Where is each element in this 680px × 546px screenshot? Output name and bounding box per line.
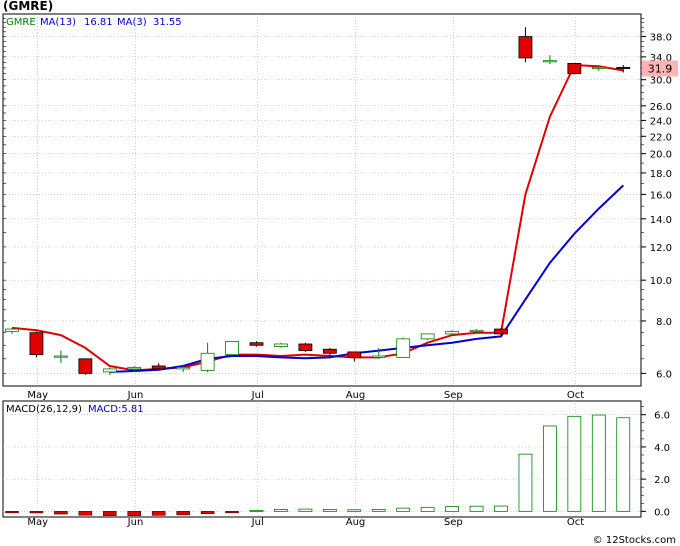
- macd-bar-positive: [494, 505, 508, 512]
- macd-bar-negative: [103, 511, 117, 516]
- macd-tick-label: 6.0: [654, 411, 670, 422]
- macd-bar-positive: [445, 506, 460, 512]
- price-tick-label: 6.0: [656, 369, 672, 380]
- price-month-label: Jun: [127, 390, 144, 401]
- candle-up: [445, 331, 460, 335]
- macd-bar-positive: [396, 507, 411, 512]
- macd-bar-negative: [200, 511, 215, 515]
- macd-month-label: Aug: [346, 517, 366, 528]
- candle-down: [567, 63, 582, 75]
- price-tick-label: 18.0: [650, 169, 672, 180]
- macd-bar-positive: [518, 453, 533, 512]
- price-tick-label: 20.0: [650, 150, 672, 161]
- macd-bar-negative: [151, 511, 166, 516]
- price-month-label: Oct: [567, 390, 584, 401]
- candle-down: [151, 365, 166, 370]
- watermark-text: © 12Stocks.com: [593, 535, 676, 546]
- macd-bar-positive: [249, 509, 264, 512]
- last-price-label: 31.9: [648, 62, 673, 75]
- price-tick-label: 16.0: [650, 190, 672, 201]
- macd-bar-positive: [420, 506, 435, 512]
- price-month-label: Aug: [346, 390, 366, 401]
- stock-chart: 6.0 8.0 10.0 12.0 14.0 16.0 18.0 20.0 22.0 24.0 26…: [2, 13, 678, 546]
- macd-month-label: Jun: [127, 517, 144, 528]
- macd-bar-positive: [469, 505, 484, 512]
- price-tick-label: 8.0: [656, 317, 672, 328]
- macd-bar-positive: [591, 414, 606, 512]
- macd-bar-positive: [347, 509, 362, 512]
- candle-up: [543, 60, 557, 63]
- macd-bar-positive: [567, 415, 582, 512]
- candle-up: [127, 367, 142, 370]
- candle-up: [591, 66, 606, 69]
- price-tick-label: 22.0: [650, 132, 672, 143]
- macd-legend-label: MACD(26,12,9): [6, 404, 82, 415]
- candle-up: [54, 355, 68, 358]
- candle-down: [78, 358, 93, 374]
- legend-ma3-label: MA(3): [117, 17, 147, 28]
- macd-tick-label: 4.0: [654, 443, 670, 454]
- candle-up: [225, 341, 239, 356]
- price-tick-label: 24.0: [650, 116, 672, 127]
- macd-bar-positive: [371, 509, 386, 512]
- candle-up: [371, 355, 386, 358]
- legend-symbol: GMRE: [6, 17, 36, 28]
- macd-legend-value: MACD:5.81: [88, 404, 144, 415]
- price-tick-label: 12.0: [650, 243, 672, 254]
- price-tick-label: 30.0: [650, 76, 672, 87]
- candle-down: [494, 328, 508, 335]
- macd-bar-negative: [127, 511, 141, 516]
- macd-bar-positive: [543, 425, 557, 512]
- candle-up: [396, 338, 411, 358]
- macd-tick-label: 2.0: [654, 475, 670, 486]
- candle-down: [347, 351, 362, 358]
- macd-bar-negative: [54, 511, 68, 515]
- candle-up: [176, 367, 191, 370]
- price-month-label: Jul: [251, 390, 264, 401]
- macd-tick-label: 0.0: [654, 507, 670, 518]
- legend-ma13-value: 16.81: [84, 17, 113, 28]
- macd-bar-negative: [176, 511, 190, 516]
- macd-month-label: Jul: [251, 517, 264, 528]
- candle-up: [420, 333, 435, 340]
- candle-up: [274, 343, 288, 347]
- price-tick-label: 26.0: [650, 102, 672, 113]
- candle-up: [200, 352, 215, 371]
- price-tick-label: 38.0: [650, 33, 672, 44]
- macd-bar-negative: [78, 511, 93, 516]
- candle-down: [616, 66, 631, 69]
- candle-down: [29, 332, 44, 356]
- candle-down: [249, 342, 264, 346]
- macd-bar-positive: [298, 508, 313, 512]
- price-month-label: May: [27, 390, 48, 401]
- candle-up: [5, 328, 19, 332]
- macd-bar-positive: [274, 509, 288, 512]
- price-panel-frame: [2, 13, 642, 387]
- legend-ma3-value: 31.55: [153, 17, 182, 28]
- macd-month-label: May: [27, 517, 48, 528]
- macd-bar-negative: [5, 511, 19, 514]
- macd-month-label: Sep: [444, 517, 463, 528]
- macd-bar-negative: [29, 511, 44, 514]
- ma13-line: [109, 184, 624, 373]
- candle-down: [322, 348, 337, 354]
- candle-up: [102, 368, 117, 373]
- ma3-line: [11, 64, 624, 372]
- price-tick-label: 14.0: [650, 215, 672, 226]
- price-tick-label: 10.0: [650, 276, 672, 287]
- macd-bar-positive: [616, 417, 631, 512]
- legend-ma13-label: MA(13): [40, 17, 76, 28]
- price-month-label: Sep: [444, 390, 463, 401]
- macd-month-label: Oct: [567, 517, 584, 528]
- candle-down: [298, 343, 313, 351]
- macd-bar-positive: [322, 509, 337, 512]
- macd-bar-negative: [225, 511, 239, 514]
- candle-up: [469, 329, 484, 332]
- candle-down: [518, 36, 533, 59]
